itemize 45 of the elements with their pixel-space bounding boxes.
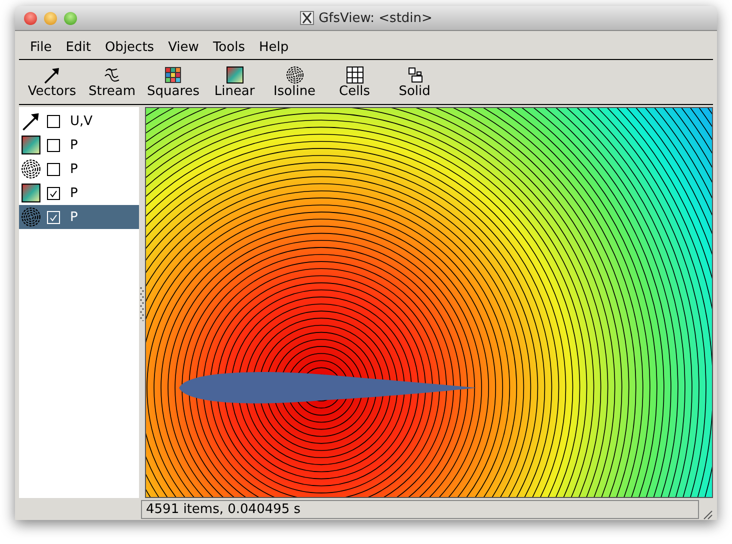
menu-item[interactable]: Tools [206,38,252,56]
isoline-tool-icon [286,66,304,84]
status-text: 4591 items, 0.040495 s [141,500,699,518]
stream-tool-icon [103,66,121,84]
layer-label: P [70,162,78,176]
vectors-tool-icon [43,66,61,84]
menu-item[interactable]: Help [252,38,296,56]
cells-tool-icon [346,66,364,84]
checkbox[interactable] [47,186,60,200]
layer-row[interactable]: P [19,181,139,205]
layer-label: U,V [70,114,93,128]
layer-row[interactable]: P [19,157,139,181]
layer-row[interactable]: P [19,133,139,157]
layer-label: P [70,138,78,152]
linear-tool-icon [226,66,244,84]
vectors-layer-icon [21,111,41,131]
toolbar-button[interactable]: Cells [326,66,384,98]
linear-layer-icon [21,183,41,203]
splitter-handle-icon[interactable] [140,284,144,320]
menu-item[interactable]: Objects [98,38,162,56]
window-title: GfsView: <stdin> [318,10,432,26]
layer-label: P [70,210,78,224]
toolbar-button[interactable]: Solid [386,66,444,98]
menu-item[interactable]: File [23,38,59,56]
checkbox[interactable] [47,114,60,128]
toolbar-button[interactable]: Stream [83,66,141,98]
menu-item[interactable]: Edit [58,38,98,56]
checkbox[interactable] [47,138,60,152]
linear-layer-icon [21,135,41,155]
layer-label: P [70,186,78,200]
layer-row[interactable]: U,V [19,109,139,133]
layer-row[interactable]: P [19,205,139,229]
toolbar-button[interactable]: Squares [143,66,204,98]
isoline-layer-icon [21,207,41,227]
resize-grip-icon[interactable] [701,508,713,520]
squares-tool-icon [164,66,182,84]
checkbox[interactable] [47,162,60,176]
solid-tool-icon [406,66,424,84]
isoline-layer-icon [21,159,41,179]
toolbar-button[interactable]: Linear [206,66,264,98]
close-icon[interactable] [24,12,37,24]
menu-item[interactable]: View [161,38,206,56]
toolbar-button[interactable]: Vectors [23,66,81,98]
toolbar-button[interactable]: Isoline [266,66,324,98]
x-logo-icon [300,11,314,25]
